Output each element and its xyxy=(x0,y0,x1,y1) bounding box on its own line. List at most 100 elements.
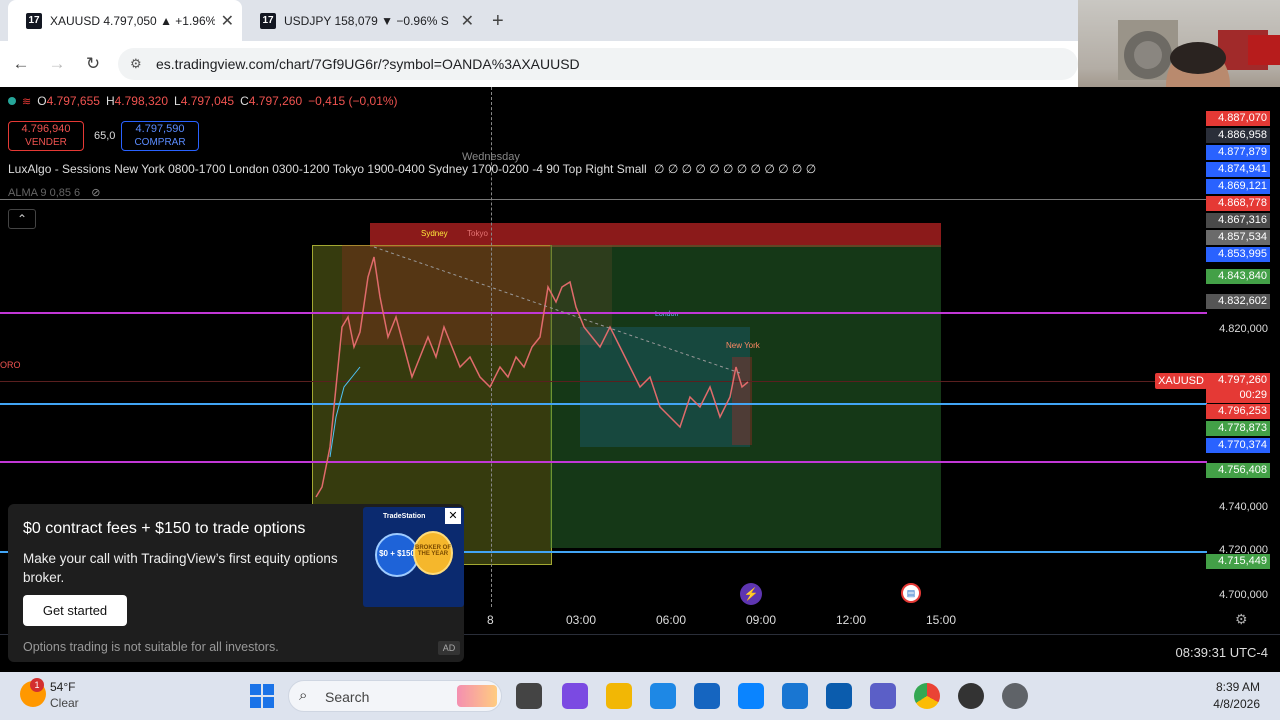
ohlc-legend: ≋ O4.797,655 H4.798,320 L4.797,045 C4.79… xyxy=(8,94,398,108)
alma-legend[interactable]: ALMA 9 0,85 6 ⊘ xyxy=(8,186,100,199)
indicator-values: ∅ ∅ ∅ ∅ ∅ ∅ ∅ ∅ ∅ ∅ ∅ ∅ xyxy=(654,162,817,176)
high-label: H xyxy=(105,94,115,108)
time-tick: 12:00 xyxy=(836,613,867,627)
price-level-label: 4.887,070 xyxy=(1206,111,1270,126)
weather-desc: Clear xyxy=(50,696,79,710)
indicator-legend[interactable]: LuxAlgo - Sessions New York 0800-1700 Lo… xyxy=(8,162,816,176)
weather-temp[interactable]: 54°F xyxy=(50,680,75,694)
reload-icon[interactable]: ↻ xyxy=(82,53,104,75)
price-level-label: 4.770,374 xyxy=(1206,438,1270,453)
ad-disclaimer: Options trading is not suitable for all … xyxy=(23,640,279,654)
price-level-label: 4.715,449 xyxy=(1206,554,1270,569)
tradingview-icon: 17 xyxy=(260,12,276,29)
time-tick: 03:00 xyxy=(566,613,597,627)
settings-icon[interactable] xyxy=(1002,683,1028,709)
open-value: 4.797,655 xyxy=(46,94,100,108)
forward-icon[interactable]: → xyxy=(46,53,68,75)
close-icon[interactable]: ✕ xyxy=(221,11,234,31)
price-level-label: 4.886,958 xyxy=(1206,128,1270,143)
price-level-label: 4.832,602 xyxy=(1206,294,1270,309)
low-value: 4.797,045 xyxy=(180,94,235,108)
store-icon[interactable] xyxy=(694,683,720,709)
bar-countdown: 00:29 xyxy=(1239,389,1267,401)
pulse-icon: ≋ xyxy=(22,95,32,108)
ad-popup: $0 contract fees + $150 to trade options… xyxy=(8,504,464,662)
ad-headline: $0 contract fees + $150 to trade options xyxy=(23,520,306,537)
alma-label: ALMA 9 0,85 6 xyxy=(8,187,81,199)
edge-icon[interactable] xyxy=(650,683,676,709)
event-lightning-icon[interactable]: ⚡ xyxy=(740,583,762,605)
sell-price: 4.796,940 xyxy=(21,123,71,135)
tradingview-icon: 17 xyxy=(26,12,42,29)
us-flag-event-icon[interactable]: ▤ xyxy=(901,583,921,603)
low-label: L xyxy=(174,94,181,108)
current-price: 4.797,260 xyxy=(1218,374,1267,386)
sell-button[interactable]: 4.796,940 VENDER xyxy=(8,121,84,151)
price-line-up xyxy=(329,366,361,458)
chart-settings-icon[interactable]: ⚙ xyxy=(1235,611,1248,628)
photos-icon[interactable] xyxy=(738,683,764,709)
start-icon[interactable] xyxy=(250,684,274,708)
taskbar-date[interactable]: 4/8/2026 xyxy=(1213,697,1260,711)
eye-hidden-icon[interactable]: ⊘ xyxy=(91,187,100,199)
time-tick: 15:00 xyxy=(926,613,957,627)
taskbar-time[interactable]: 8:39 AM xyxy=(1216,680,1260,694)
close-icon[interactable]: ✕ xyxy=(461,11,474,31)
file-icon[interactable] xyxy=(516,683,542,709)
indicator-params: New York 0800-1700 London 0300-1200 Toky… xyxy=(114,162,647,176)
search-box[interactable]: ⌕ Search xyxy=(288,680,502,712)
axis-tick: 4.820,000 xyxy=(1219,323,1268,335)
price-line-down xyxy=(315,256,749,498)
current-price-tag: 4.797,260 00:29 xyxy=(1206,373,1270,403)
close-ad-icon[interactable]: ✕ xyxy=(445,508,461,524)
utc-clock[interactable]: 08:39:31 UTC-4 xyxy=(1176,645,1269,660)
url-field[interactable]: ⚙ es.tradingview.com/chart/7Gf9UG6r/?sym… xyxy=(118,48,1078,80)
url-text: es.tradingview.com/chart/7Gf9UG6r/?symbo… xyxy=(156,56,580,72)
price-level-label: 4.874,941 xyxy=(1206,162,1270,177)
price-level-label: 4.796,253 xyxy=(1206,404,1270,419)
symbol-tag: XAUUSD xyxy=(1155,373,1207,389)
time-tick: 06:00 xyxy=(656,613,687,627)
notification-badge: 1 xyxy=(30,678,44,692)
back-icon[interactable]: ← xyxy=(10,53,32,75)
site-info-icon[interactable]: ⚙ xyxy=(130,48,142,80)
close-value: 4.797,260 xyxy=(248,94,303,108)
ad-badge: AD xyxy=(438,641,460,655)
price-level-label: 4.869,121 xyxy=(1206,179,1270,194)
close-label: C xyxy=(240,94,249,108)
price-level-label: 4.857,534 xyxy=(1206,230,1270,245)
collapse-legend-button[interactable]: ⌃ xyxy=(8,209,36,229)
buy-price: 4.797,590 xyxy=(135,123,185,135)
discord-icon[interactable] xyxy=(958,683,984,709)
new-tab-icon[interactable]: + xyxy=(492,10,504,33)
buy-button[interactable]: 4.797,590 COMPRAR xyxy=(121,121,199,151)
ad-image-brand: TradeStation xyxy=(383,513,426,520)
editor-icon[interactable] xyxy=(782,683,808,709)
open-label: O xyxy=(37,94,47,108)
price-level-label: 4.756,408 xyxy=(1206,463,1270,478)
folder-icon[interactable] xyxy=(606,683,632,709)
tab-title: USDJPY 158,079 ▼ −0.96% Sin xyxy=(284,13,449,28)
copilot-icon[interactable] xyxy=(562,683,588,709)
day-label: Wednesday xyxy=(462,151,520,163)
tab-xauusd[interactable]: 17 XAUUSD 4.797,050 ▲ +1.96% S ✕ xyxy=(8,0,242,41)
get-started-button[interactable]: Get started xyxy=(23,595,127,626)
tab-usdjpy[interactable]: 17 USDJPY 158,079 ▼ −0.96% Sin ✕ xyxy=(242,0,482,41)
ad-body: Make your call with TradingView’s first … xyxy=(23,551,338,585)
price-level-label: 4.867,316 xyxy=(1206,213,1270,228)
search-placeholder: Search xyxy=(325,689,370,705)
change-value: −0,415 (−0,01%) xyxy=(308,94,398,108)
time-tick: 8 xyxy=(487,613,494,627)
chrome-icon[interactable] xyxy=(914,683,940,709)
outlook-icon[interactable] xyxy=(826,683,852,709)
price-level-label: 4.877,879 xyxy=(1206,145,1270,160)
windows-taskbar: 1 54°F Clear ⌕ Search 8:39 AM 4/8/2026 xyxy=(0,672,1280,720)
search-highlight-icon xyxy=(457,685,497,707)
search-icon: ⌕ xyxy=(299,687,308,704)
indicator-name: LuxAlgo - Sessions xyxy=(8,162,111,176)
high-value: 4.798,320 xyxy=(114,94,169,108)
tab-title: XAUUSD 4.797,050 ▲ +1.96% S xyxy=(50,13,215,28)
teams-icon[interactable] xyxy=(870,683,896,709)
market-open-dot xyxy=(8,97,16,105)
price-level-label: 4.843,840 xyxy=(1206,269,1270,284)
